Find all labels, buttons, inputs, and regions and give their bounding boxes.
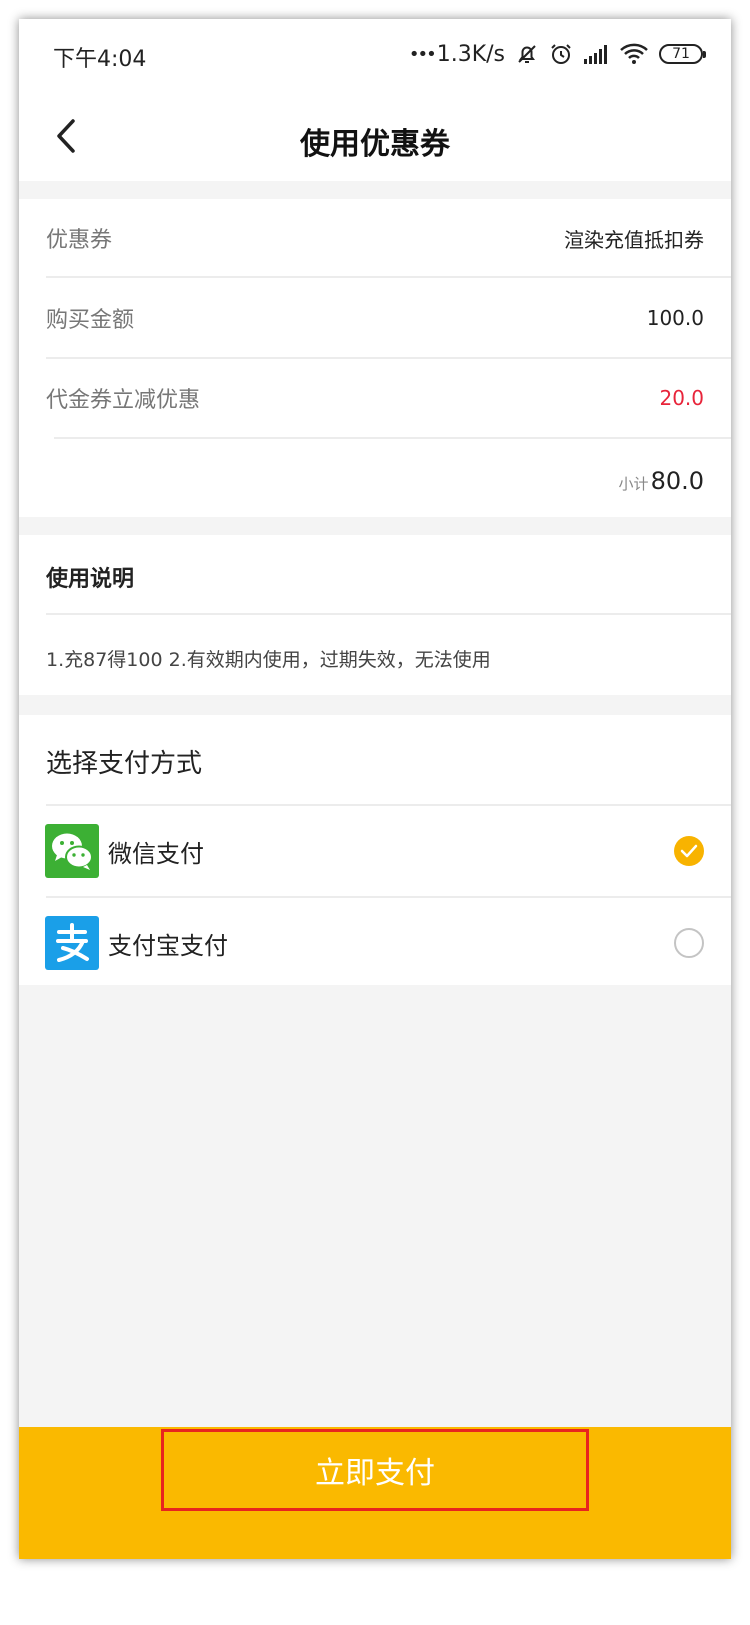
- check-icon: [680, 844, 698, 858]
- discount-value: 20.0: [659, 386, 704, 410]
- coupon-label: 优惠券: [46, 228, 113, 253]
- payment-heading: 选择支付方式: [46, 749, 203, 779]
- subtotal-label: 小计: [618, 475, 649, 493]
- signal-icon: [584, 45, 607, 64]
- discount-label: 代金券立减优惠: [46, 388, 201, 413]
- coupon-value: 渲染充值抵扣券: [564, 227, 704, 252]
- wechat-pay-radio[interactable]: [674, 836, 704, 866]
- purchase-amount-row: 购买金额 100.0: [19, 279, 731, 357]
- app-screen: 下午4:04 ••• 1.3K/s 71 使用优惠券 优惠券 渲染充值抵扣券 购…: [19, 19, 731, 1559]
- discount-row: 代金券立减优惠 20.0: [19, 359, 731, 437]
- coupon-details-section: 优惠券 渲染充值抵扣券 购买金额 100.0 代金券立减优惠 20.0 小计 8…: [19, 199, 731, 517]
- purchase-amount-label: 购买金额: [46, 308, 135, 333]
- subtotal: 小计 80.0: [619, 467, 704, 495]
- status-bar: 下午4:04 ••• 1.3K/s 71: [19, 19, 731, 89]
- wifi-icon: [620, 43, 648, 64]
- instructions-section: 使用说明 1.充87得100 2.有效期内使用，过期失效，无法使用: [19, 535, 731, 695]
- payment-method-section: 选择支付方式 微信支付 支付宝支付: [19, 715, 731, 985]
- page-title: 使用优惠券: [300, 127, 450, 162]
- subtotal-value: 80.0: [650, 467, 704, 495]
- coupon-row: 优惠券 渲染充值抵扣券: [19, 199, 731, 277]
- instructions-heading: 使用说明: [46, 567, 135, 592]
- status-icons: ••• 1.3K/s 71: [408, 39, 706, 69]
- payment-option-wechat[interactable]: 微信支付: [19, 806, 731, 896]
- mute-bell-icon: [518, 45, 536, 63]
- purchase-amount-value: 100.0: [646, 306, 704, 330]
- nav-bar: 使用优惠券: [19, 89, 731, 181]
- status-time: 下午4:04: [53, 47, 147, 72]
- payment-option-alipay[interactable]: 支付宝支付: [19, 898, 731, 988]
- wechat-pay-icon: [45, 824, 99, 878]
- bottom-pay-bar: 立即支付: [19, 1427, 731, 1559]
- alarm-clock-icon: [551, 44, 571, 64]
- network-speed: 1.3K/s: [436, 41, 505, 67]
- more-dots-icon: •••: [408, 43, 437, 65]
- battery-indicator: 71: [659, 44, 706, 64]
- alipay-label: 支付宝支付: [108, 931, 228, 960]
- divider: [46, 276, 731, 278]
- pay-now-button[interactable]: 立即支付: [161, 1429, 589, 1511]
- wechat-pay-label: 微信支付: [108, 839, 204, 868]
- divider: [46, 613, 731, 615]
- alipay-radio[interactable]: [674, 928, 704, 958]
- instructions-text: 1.充87得100 2.有效期内使用，过期失效，无法使用: [46, 649, 491, 671]
- divider: [54, 437, 731, 439]
- alipay-icon: [45, 916, 99, 970]
